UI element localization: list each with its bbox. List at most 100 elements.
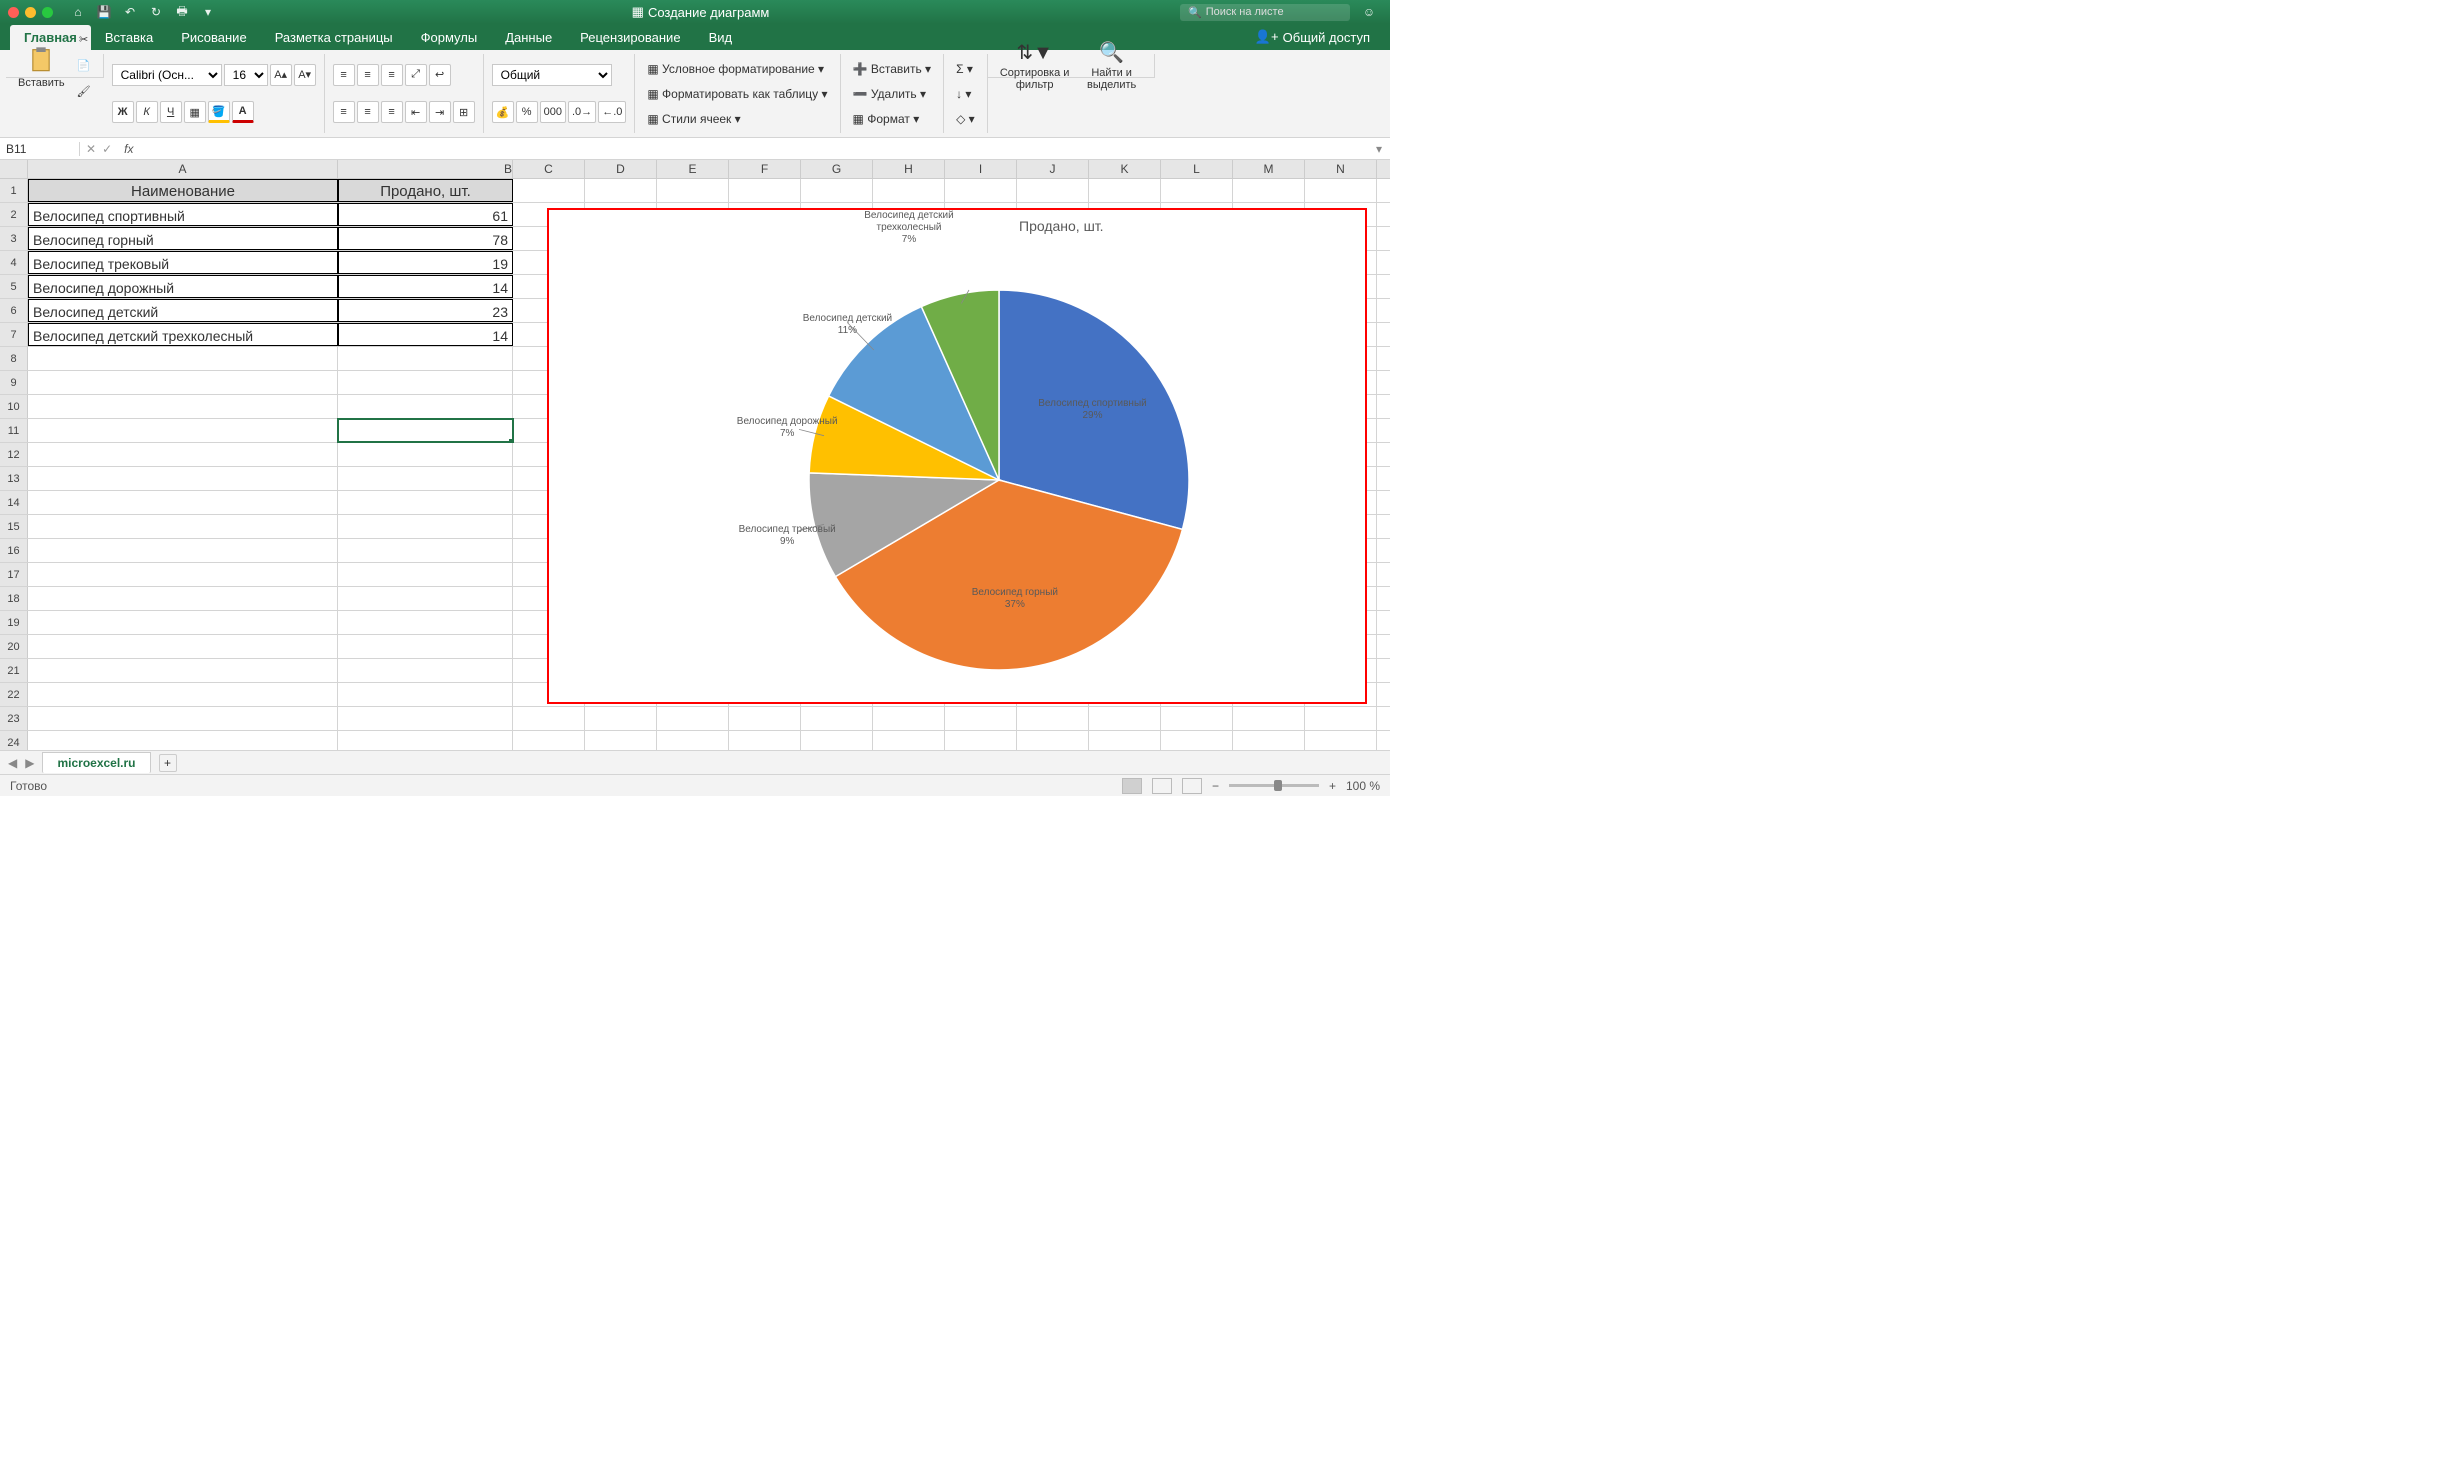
delete-cells-button[interactable]: ➖ Удалить ▾ (849, 85, 936, 103)
page-layout-view-icon[interactable] (1152, 778, 1172, 794)
cell[interactable] (28, 587, 338, 610)
cell[interactable]: Велосипед горный (28, 227, 338, 250)
cell[interactable]: Велосипед трековый (28, 251, 338, 274)
cell[interactable] (338, 539, 513, 562)
row-header[interactable]: 19 (0, 611, 28, 634)
align-middle-icon[interactable]: ≡ (357, 64, 379, 86)
cell[interactable] (28, 371, 338, 394)
add-sheet-button[interactable]: + (159, 754, 177, 772)
cell[interactable] (338, 611, 513, 634)
cell[interactable] (801, 731, 873, 750)
font-name-select[interactable]: Calibri (Осн... (112, 64, 222, 86)
cell[interactable]: Наименование (28, 179, 338, 202)
underline-button[interactable]: Ч (160, 101, 182, 123)
row-header[interactable]: 24 (0, 731, 28, 750)
align-right-icon[interactable]: ≡ (381, 101, 403, 123)
cell[interactable] (28, 467, 338, 490)
cell[interactable]: Велосипед спортивный (28, 203, 338, 226)
row-header[interactable]: 9 (0, 371, 28, 394)
cell[interactable] (28, 347, 338, 370)
format-cells-button[interactable]: ▦ Формат ▾ (849, 110, 936, 128)
cell[interactable] (585, 179, 657, 202)
col-header[interactable]: D (585, 160, 657, 178)
cell[interactable] (338, 419, 513, 442)
cell[interactable] (1017, 179, 1089, 202)
format-as-table-button[interactable]: ▦ Форматировать как таблицу ▾ (643, 85, 831, 103)
font-color-button[interactable]: A (232, 101, 254, 123)
cell[interactable] (873, 731, 945, 750)
row-header[interactable]: 1 (0, 179, 28, 202)
col-header[interactable]: C (513, 160, 585, 178)
fill-color-button[interactable]: 🪣 (208, 101, 230, 123)
cell[interactable] (28, 419, 338, 442)
cell[interactable] (1305, 707, 1377, 730)
col-header[interactable]: A (28, 160, 338, 178)
zoom-slider[interactable] (1229, 784, 1319, 787)
cell[interactable] (338, 515, 513, 538)
cell[interactable] (585, 707, 657, 730)
next-sheet-icon[interactable]: ▶ (25, 756, 34, 770)
minimize-window[interactable] (25, 7, 36, 18)
wrap-text-icon[interactable]: ↩ (429, 64, 451, 86)
cell[interactable]: 14 (338, 275, 513, 298)
col-header[interactable]: I (945, 160, 1017, 178)
row-header[interactable]: 21 (0, 659, 28, 682)
row-header[interactable]: 8 (0, 347, 28, 370)
cell[interactable] (873, 179, 945, 202)
increase-decimal-icon[interactable]: .0→ (568, 101, 596, 123)
cell[interactable] (338, 683, 513, 706)
align-top-icon[interactable]: ≡ (333, 64, 355, 86)
cell[interactable] (28, 539, 338, 562)
cell[interactable] (28, 683, 338, 706)
cell[interactable] (1017, 731, 1089, 750)
zoom-level[interactable]: 100 % (1346, 779, 1380, 793)
undo-icon[interactable]: ↶ (121, 3, 139, 21)
zoom-out-icon[interactable]: − (1212, 779, 1219, 793)
cell[interactable] (338, 371, 513, 394)
cell[interactable] (801, 707, 873, 730)
expand-formula-icon[interactable]: ▾ (1368, 142, 1390, 156)
cell[interactable] (873, 707, 945, 730)
bold-button[interactable]: Ж (112, 101, 134, 123)
page-break-view-icon[interactable] (1182, 778, 1202, 794)
increase-indent-icon[interactable]: ⇥ (429, 101, 451, 123)
cell[interactable] (657, 707, 729, 730)
pie-chart[interactable]: Продано, шт. Велосипед спортивный29%Вело… (547, 208, 1367, 704)
zoom-in-icon[interactable]: + (1329, 779, 1336, 793)
format-painter-icon[interactable]: 🖌 (73, 81, 95, 103)
decrease-decimal-icon[interactable]: ←.0 (598, 101, 626, 123)
col-header[interactable]: N (1305, 160, 1377, 178)
conditional-formatting-button[interactable]: ▦ Условное форматирование ▾ (643, 60, 831, 78)
normal-view-icon[interactable] (1122, 778, 1142, 794)
align-bottom-icon[interactable]: ≡ (381, 64, 403, 86)
row-header[interactable]: 2 (0, 203, 28, 226)
save-icon[interactable]: 💾 (95, 3, 113, 21)
cell[interactable] (28, 443, 338, 466)
cell[interactable] (338, 491, 513, 514)
border-button[interactable]: ▦ (184, 101, 206, 123)
tab-data[interactable]: Данные (491, 25, 566, 50)
name-box[interactable]: B11 (0, 142, 80, 156)
row-header[interactable]: 18 (0, 587, 28, 610)
cell[interactable] (338, 587, 513, 610)
cell[interactable] (1161, 731, 1233, 750)
tab-review[interactable]: Рецензирование (566, 25, 694, 50)
row-header[interactable]: 23 (0, 707, 28, 730)
share-button[interactable]: 👤+Общий доступ (1245, 24, 1380, 50)
orientation-icon[interactable]: ⤢ (405, 64, 427, 86)
row-header[interactable]: 22 (0, 683, 28, 706)
col-header[interactable]: B (338, 160, 513, 178)
qat-dropdown[interactable]: ▾ (199, 3, 217, 21)
row-header[interactable]: 6 (0, 299, 28, 322)
cell[interactable] (28, 731, 338, 750)
comma-icon[interactable]: 000 (540, 101, 566, 123)
col-header[interactable]: F (729, 160, 801, 178)
tab-formulas[interactable]: Формулы (407, 25, 492, 50)
cell[interactable] (1233, 179, 1305, 202)
cell[interactable]: 23 (338, 299, 513, 322)
col-header[interactable]: L (1161, 160, 1233, 178)
cancel-formula-icon[interactable]: ✕ (86, 142, 96, 156)
row-header[interactable]: 3 (0, 227, 28, 250)
sort-filter-button[interactable]: ⇅▼ Сортировка и фильтр (996, 38, 1074, 93)
cell[interactable] (28, 491, 338, 514)
